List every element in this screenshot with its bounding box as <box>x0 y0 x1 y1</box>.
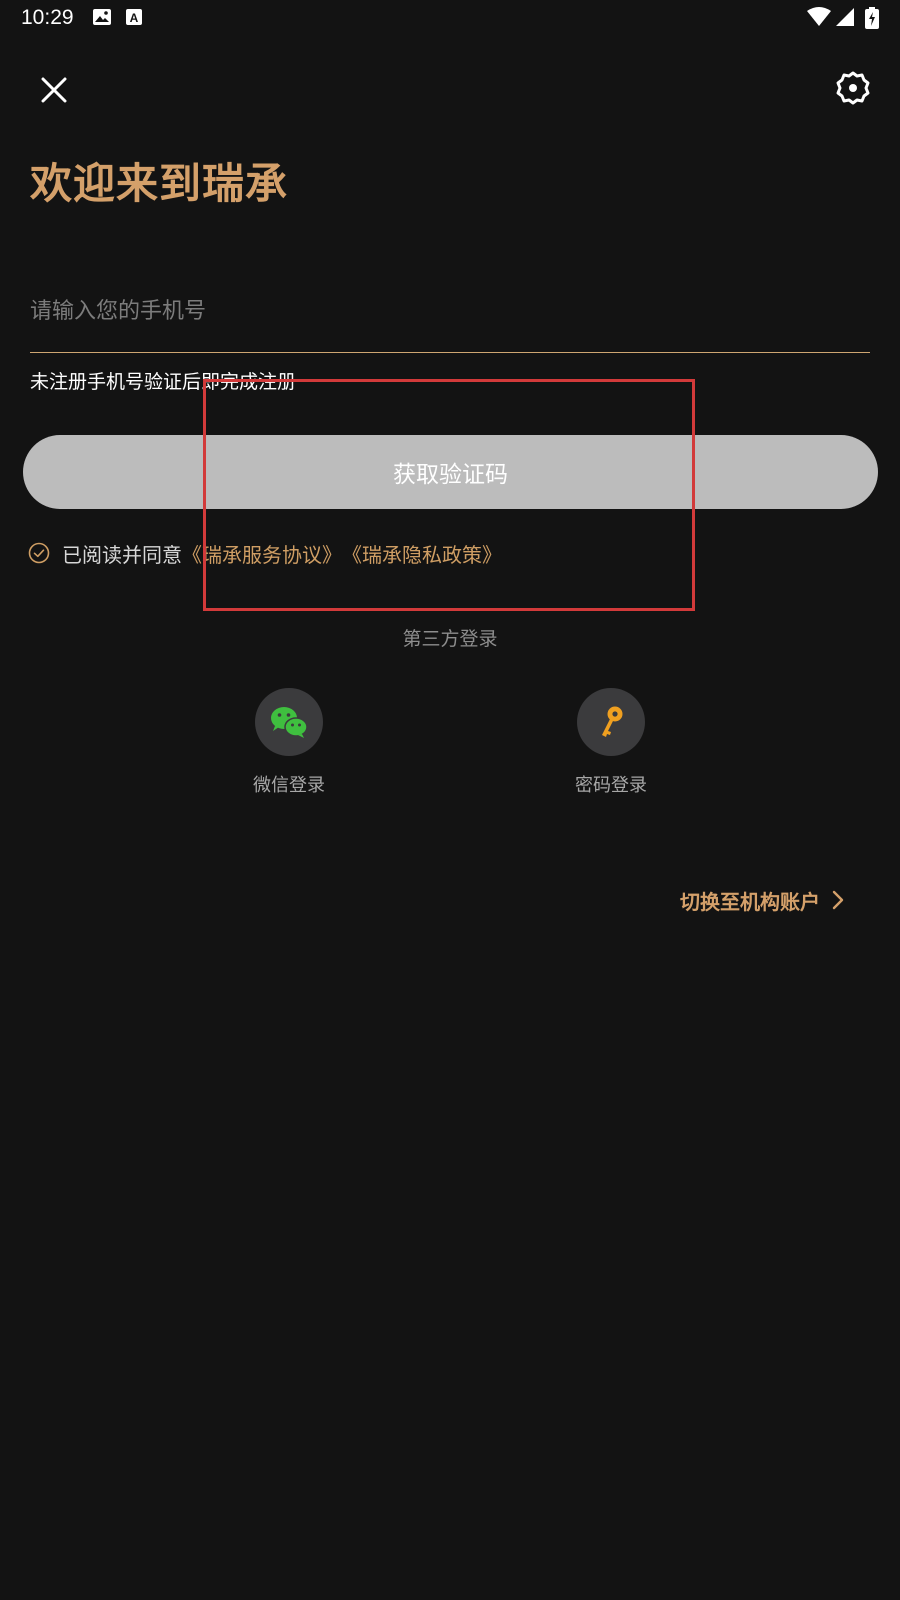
switch-account-label: 切换至机构账户 <box>680 889 820 914</box>
get-code-button[interactable]: 获取验证码 <box>23 435 878 509</box>
agree-checkbox[interactable] <box>28 542 50 564</box>
privacy-policy-link[interactable]: 《瑞承隐私政策》 <box>342 539 502 568</box>
service-agreement-link[interactable]: 《瑞承服务协议》 <box>182 539 342 568</box>
status-time: 10:29 <box>21 6 74 29</box>
close-button[interactable] <box>32 68 76 112</box>
battery-charging-icon <box>865 7 879 33</box>
wechat-circle <box>255 688 323 756</box>
agreement-prefix: 已阅读并同意 <box>62 542 182 567</box>
agreement-row: 已阅读并同意 《瑞承服务协议》 《瑞承隐私政策》 <box>28 537 502 569</box>
svg-text:A: A <box>130 11 139 25</box>
settings-button[interactable] <box>830 65 876 111</box>
check-circle-icon <box>28 542 50 564</box>
welcome-title: 欢迎来到瑞承 <box>30 159 289 208</box>
input-underline <box>30 352 870 353</box>
wechat-login-button[interactable]: 微信登录 <box>219 688 359 798</box>
password-login-button[interactable]: 密码登录 <box>541 688 681 798</box>
switch-institution-account-link[interactable]: 切换至机构账户 <box>680 883 844 917</box>
a-badge-icon: A <box>125 7 143 31</box>
key-icon <box>602 706 623 737</box>
phone-input[interactable] <box>30 285 870 337</box>
wifi-icon <box>807 7 831 31</box>
status-bar: 10:29 A <box>0 0 900 36</box>
close-icon <box>41 77 67 103</box>
password-login-label: 密码登录 <box>575 775 647 796</box>
register-hint: 未注册手机号验证后即完成注册 <box>30 371 297 393</box>
key-circle <box>577 688 645 756</box>
wechat-icon <box>271 707 308 738</box>
gear-icon <box>836 71 870 105</box>
chevron-right-icon <box>832 890 844 910</box>
third-party-label: 第三方登录 <box>402 628 498 650</box>
wechat-login-label: 微信登录 <box>253 775 325 796</box>
image-icon <box>92 7 112 31</box>
signal-icon <box>835 7 855 31</box>
login-screen: 10:29 A 欢迎来到瑞承 未注册手机号验证后即完成注册 <box>0 0 900 1600</box>
